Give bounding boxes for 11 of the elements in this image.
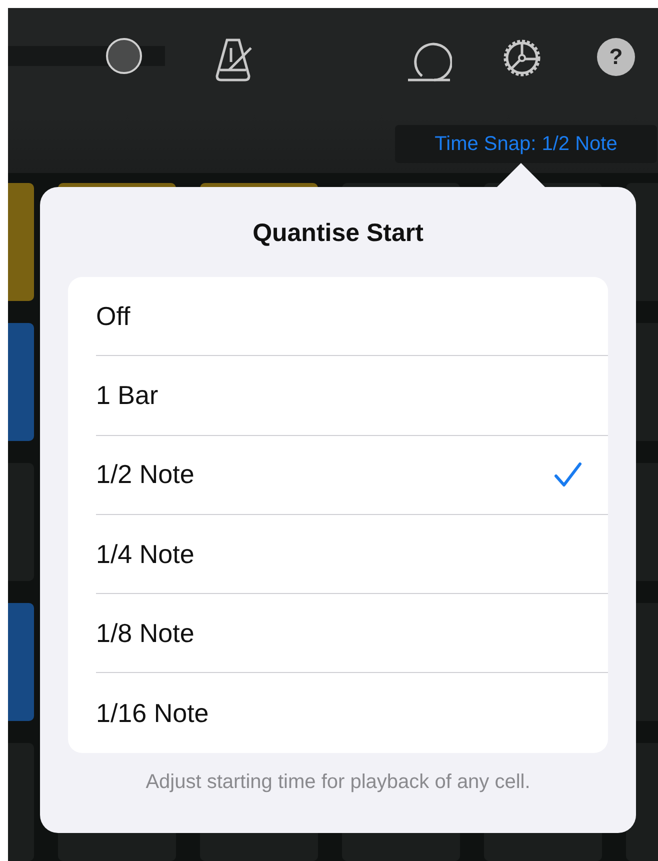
option-row[interactable]: 1/8 Note	[96, 594, 608, 674]
slider-thumb[interactable]	[106, 38, 142, 74]
option-row[interactable]: 1/16 Note	[96, 673, 608, 753]
option-row[interactable]: 1/2 Note	[96, 436, 608, 515]
option-row[interactable]: 1 Bar	[96, 356, 608, 436]
help-button[interactable]: ?	[597, 38, 635, 76]
option-row[interactable]: 1/4 Note	[96, 514, 608, 594]
option-row[interactable]: Off	[96, 277, 608, 356]
popover-title: Quantise Start	[252, 218, 424, 249]
time-snap-button[interactable]: Time Snap: 1/2 Note	[395, 125, 657, 163]
popover-footer-text: Adjust starting time for playback of any cell.	[144, 770, 532, 795]
